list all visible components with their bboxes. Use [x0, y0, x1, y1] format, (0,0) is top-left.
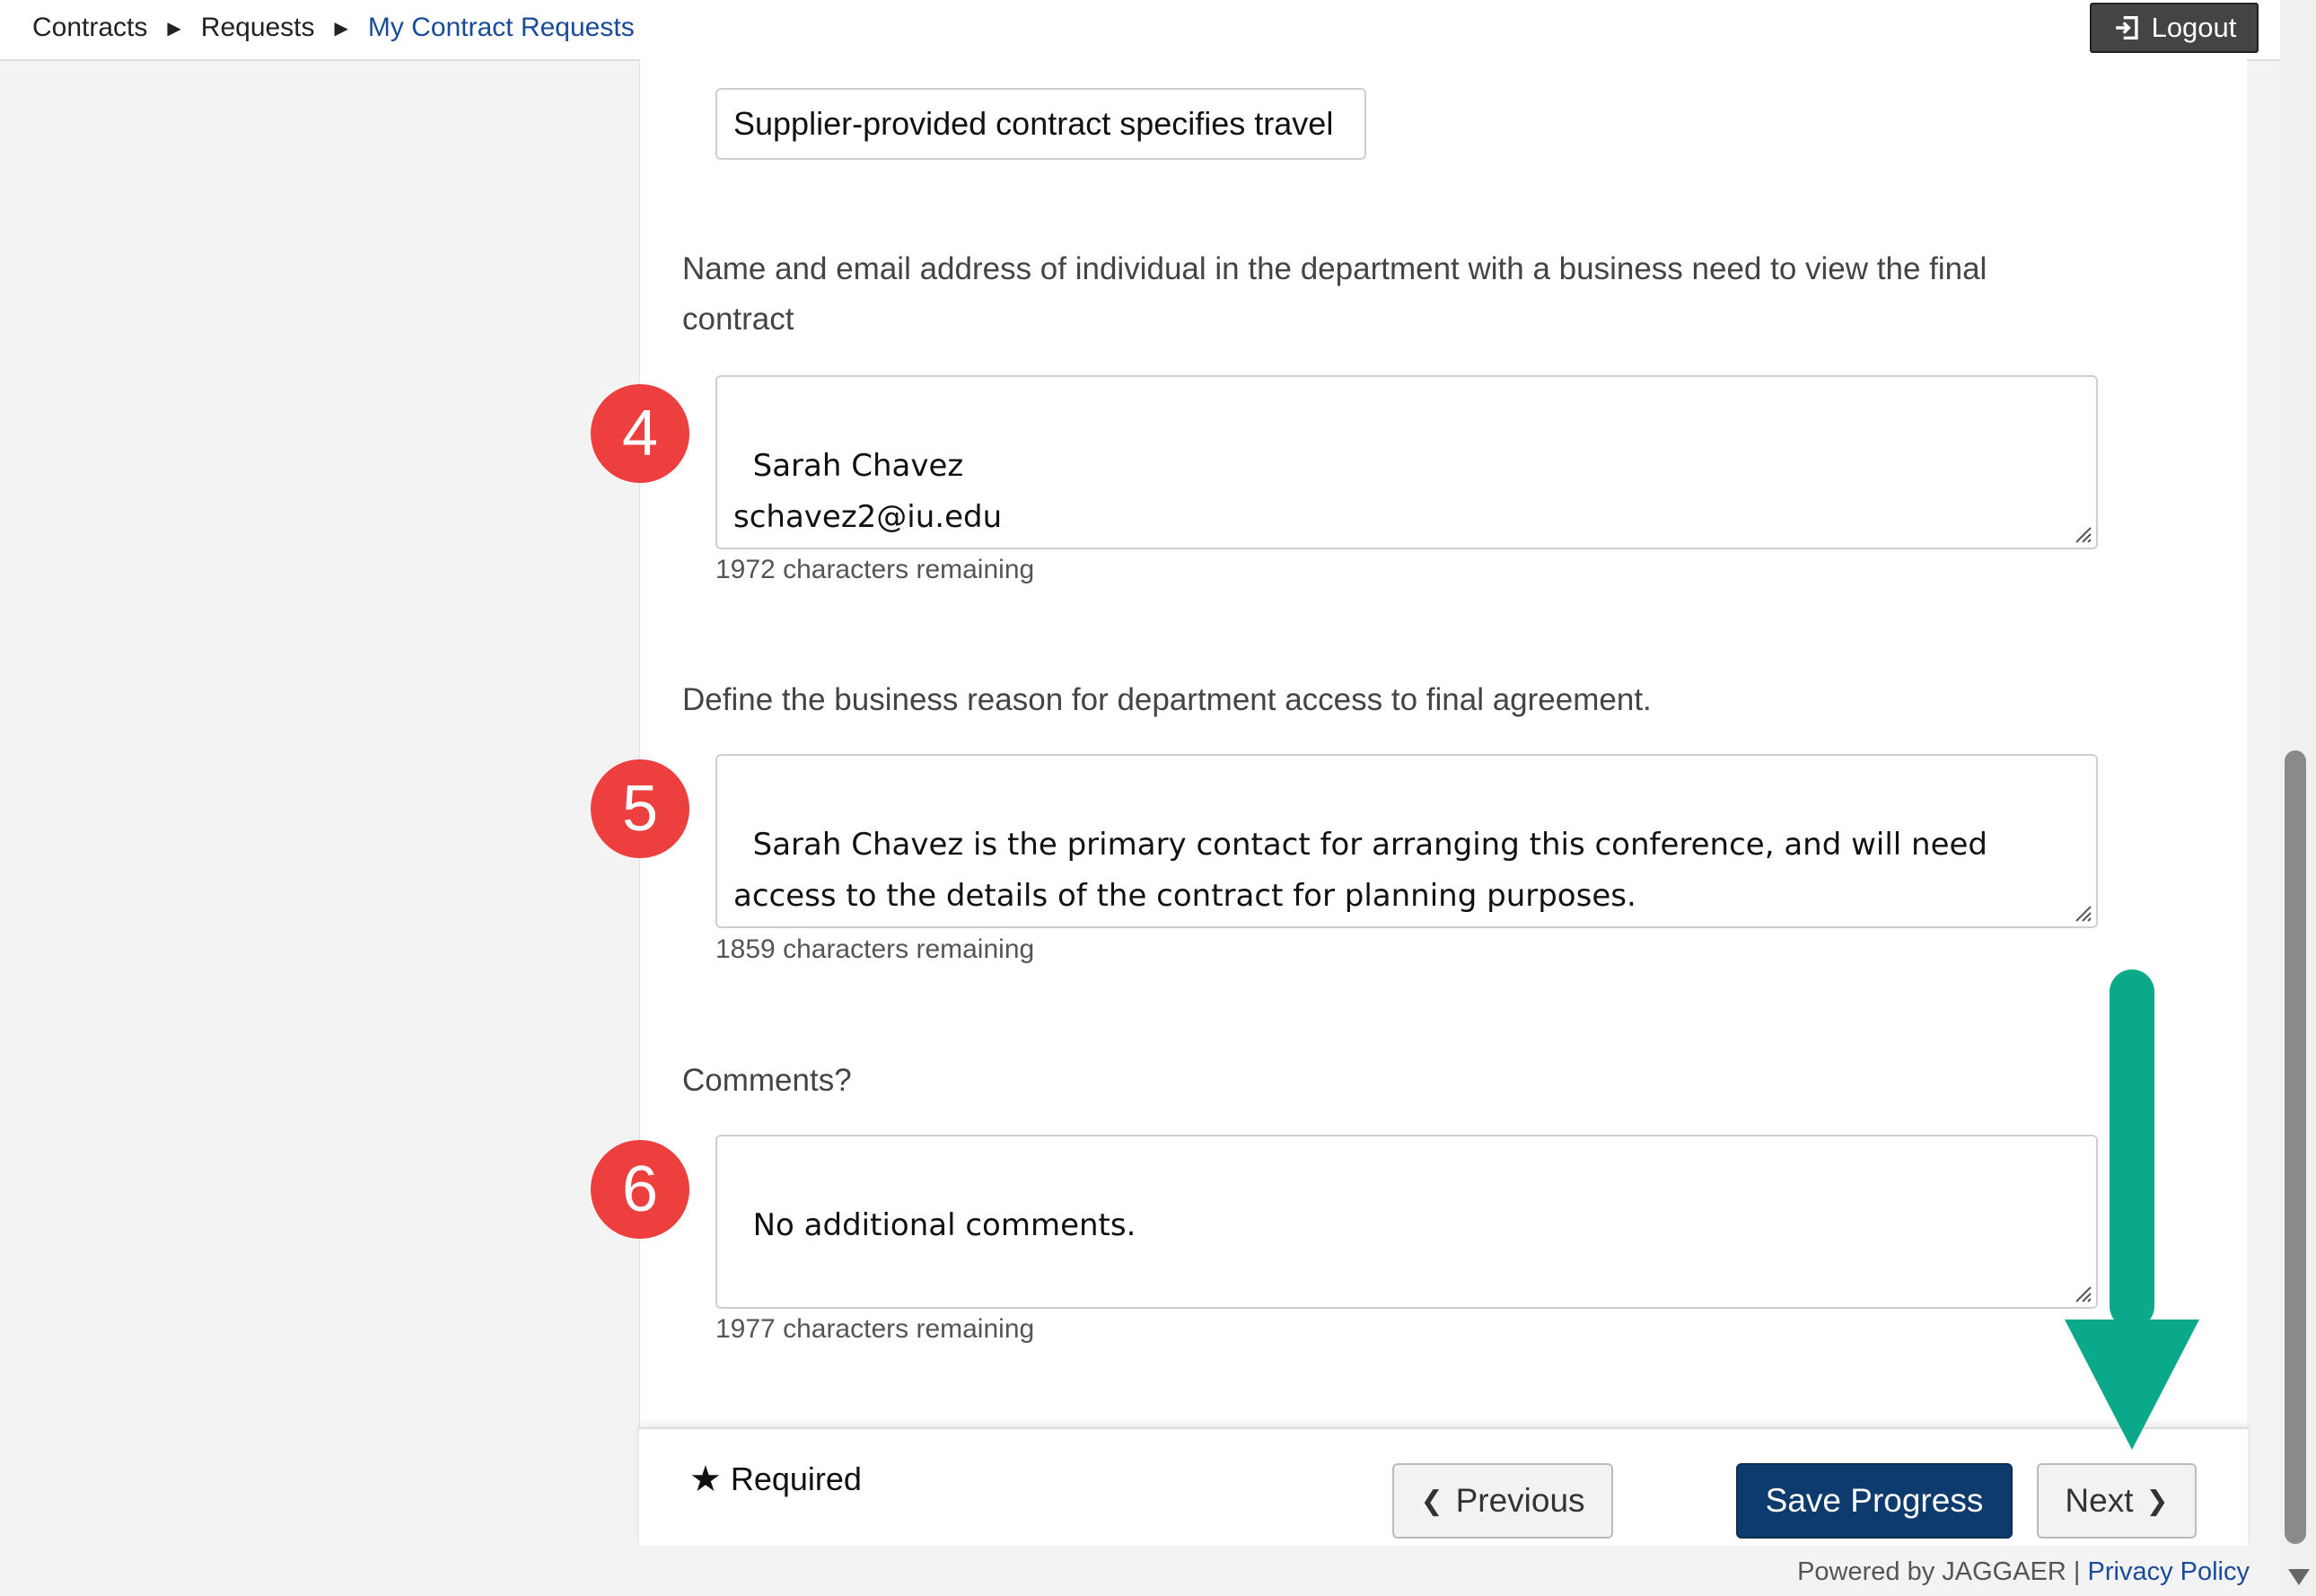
department-contact-textarea[interactable]: Sarah Chavez schavez2@iu.edu [715, 375, 2098, 549]
comments-value: No additional comments. [752, 1207, 1136, 1243]
question-label-business-reason: Define the business reason for departmen… [682, 682, 1652, 717]
star-icon: ★ [689, 1460, 722, 1499]
powered-by: Powered by JAGGAER | Privacy Policy [1797, 1557, 2250, 1587]
breadcrumb-requests[interactable]: Requests [201, 13, 315, 43]
logout-label: Logout [2151, 12, 2237, 43]
required-legend: ★ Required [689, 1459, 862, 1500]
save-progress-label: Save Progress [1765, 1482, 1984, 1519]
department-contact-value: Sarah Chavez schavez2@iu.edu [733, 448, 1003, 535]
question-label-department-contact: Name and email address of individual in … [682, 251, 1987, 337]
down-arrow-annotation [2065, 969, 2199, 1450]
travel-option-field[interactable]: Supplier-provided contract specifies tra… [715, 88, 1366, 160]
comments-remaining: 1977 characters remaining [715, 1314, 1035, 1344]
logout-button[interactable]: Logout [2090, 3, 2259, 53]
previous-label: Previous [1455, 1482, 1585, 1519]
breadcrumb: Contracts ▶ Requests ▶ My Contract Reque… [32, 0, 635, 56]
scroll-down-icon[interactable] [2285, 1565, 2312, 1589]
business-reason-remaining: 1859 characters remaining [715, 934, 1035, 964]
previous-button[interactable]: ❮ Previous [1392, 1463, 1613, 1539]
comments-textarea[interactable]: No additional comments. [715, 1135, 2098, 1309]
required-label: Required [730, 1460, 862, 1497]
business-reason-value: Sarah Chavez is the primary contact for … [733, 827, 1997, 914]
scrollbar-thumb[interactable] [2285, 750, 2306, 1544]
next-label: Next [2065, 1482, 2134, 1519]
breadcrumb-my-contract-requests[interactable]: My Contract Requests [368, 13, 635, 43]
department-contact-remaining: 1972 characters remaining [715, 555, 1035, 584]
caret-right-icon: ▶ [334, 18, 348, 39]
caret-right-icon: ▶ [167, 18, 181, 39]
step-badge-4: 4 [591, 384, 689, 483]
save-progress-button[interactable]: Save Progress [1736, 1463, 2013, 1539]
chevron-left-icon: ❮ [1420, 1486, 1443, 1516]
business-reason-textarea[interactable]: Sarah Chavez is the primary contact for … [715, 754, 2098, 928]
top-bar: Contracts ▶ Requests ▶ My Contract Reque… [0, 0, 2316, 61]
privacy-policy-link[interactable]: Privacy Policy [2088, 1557, 2250, 1586]
step-badge-5: 5 [591, 759, 689, 858]
resize-grip-icon[interactable] [2073, 903, 2092, 923]
step-badge-6: 6 [591, 1140, 689, 1239]
chevron-right-icon: ❯ [2145, 1486, 2169, 1516]
breadcrumb-contracts[interactable]: Contracts [32, 13, 147, 43]
powered-by-text: Powered by JAGGAER | [1797, 1557, 2081, 1586]
question-label-comments: Comments? [682, 1063, 852, 1098]
logout-icon [2115, 15, 2138, 40]
next-button[interactable]: Next ❯ [2037, 1463, 2197, 1539]
resize-grip-icon[interactable] [2073, 524, 2092, 544]
